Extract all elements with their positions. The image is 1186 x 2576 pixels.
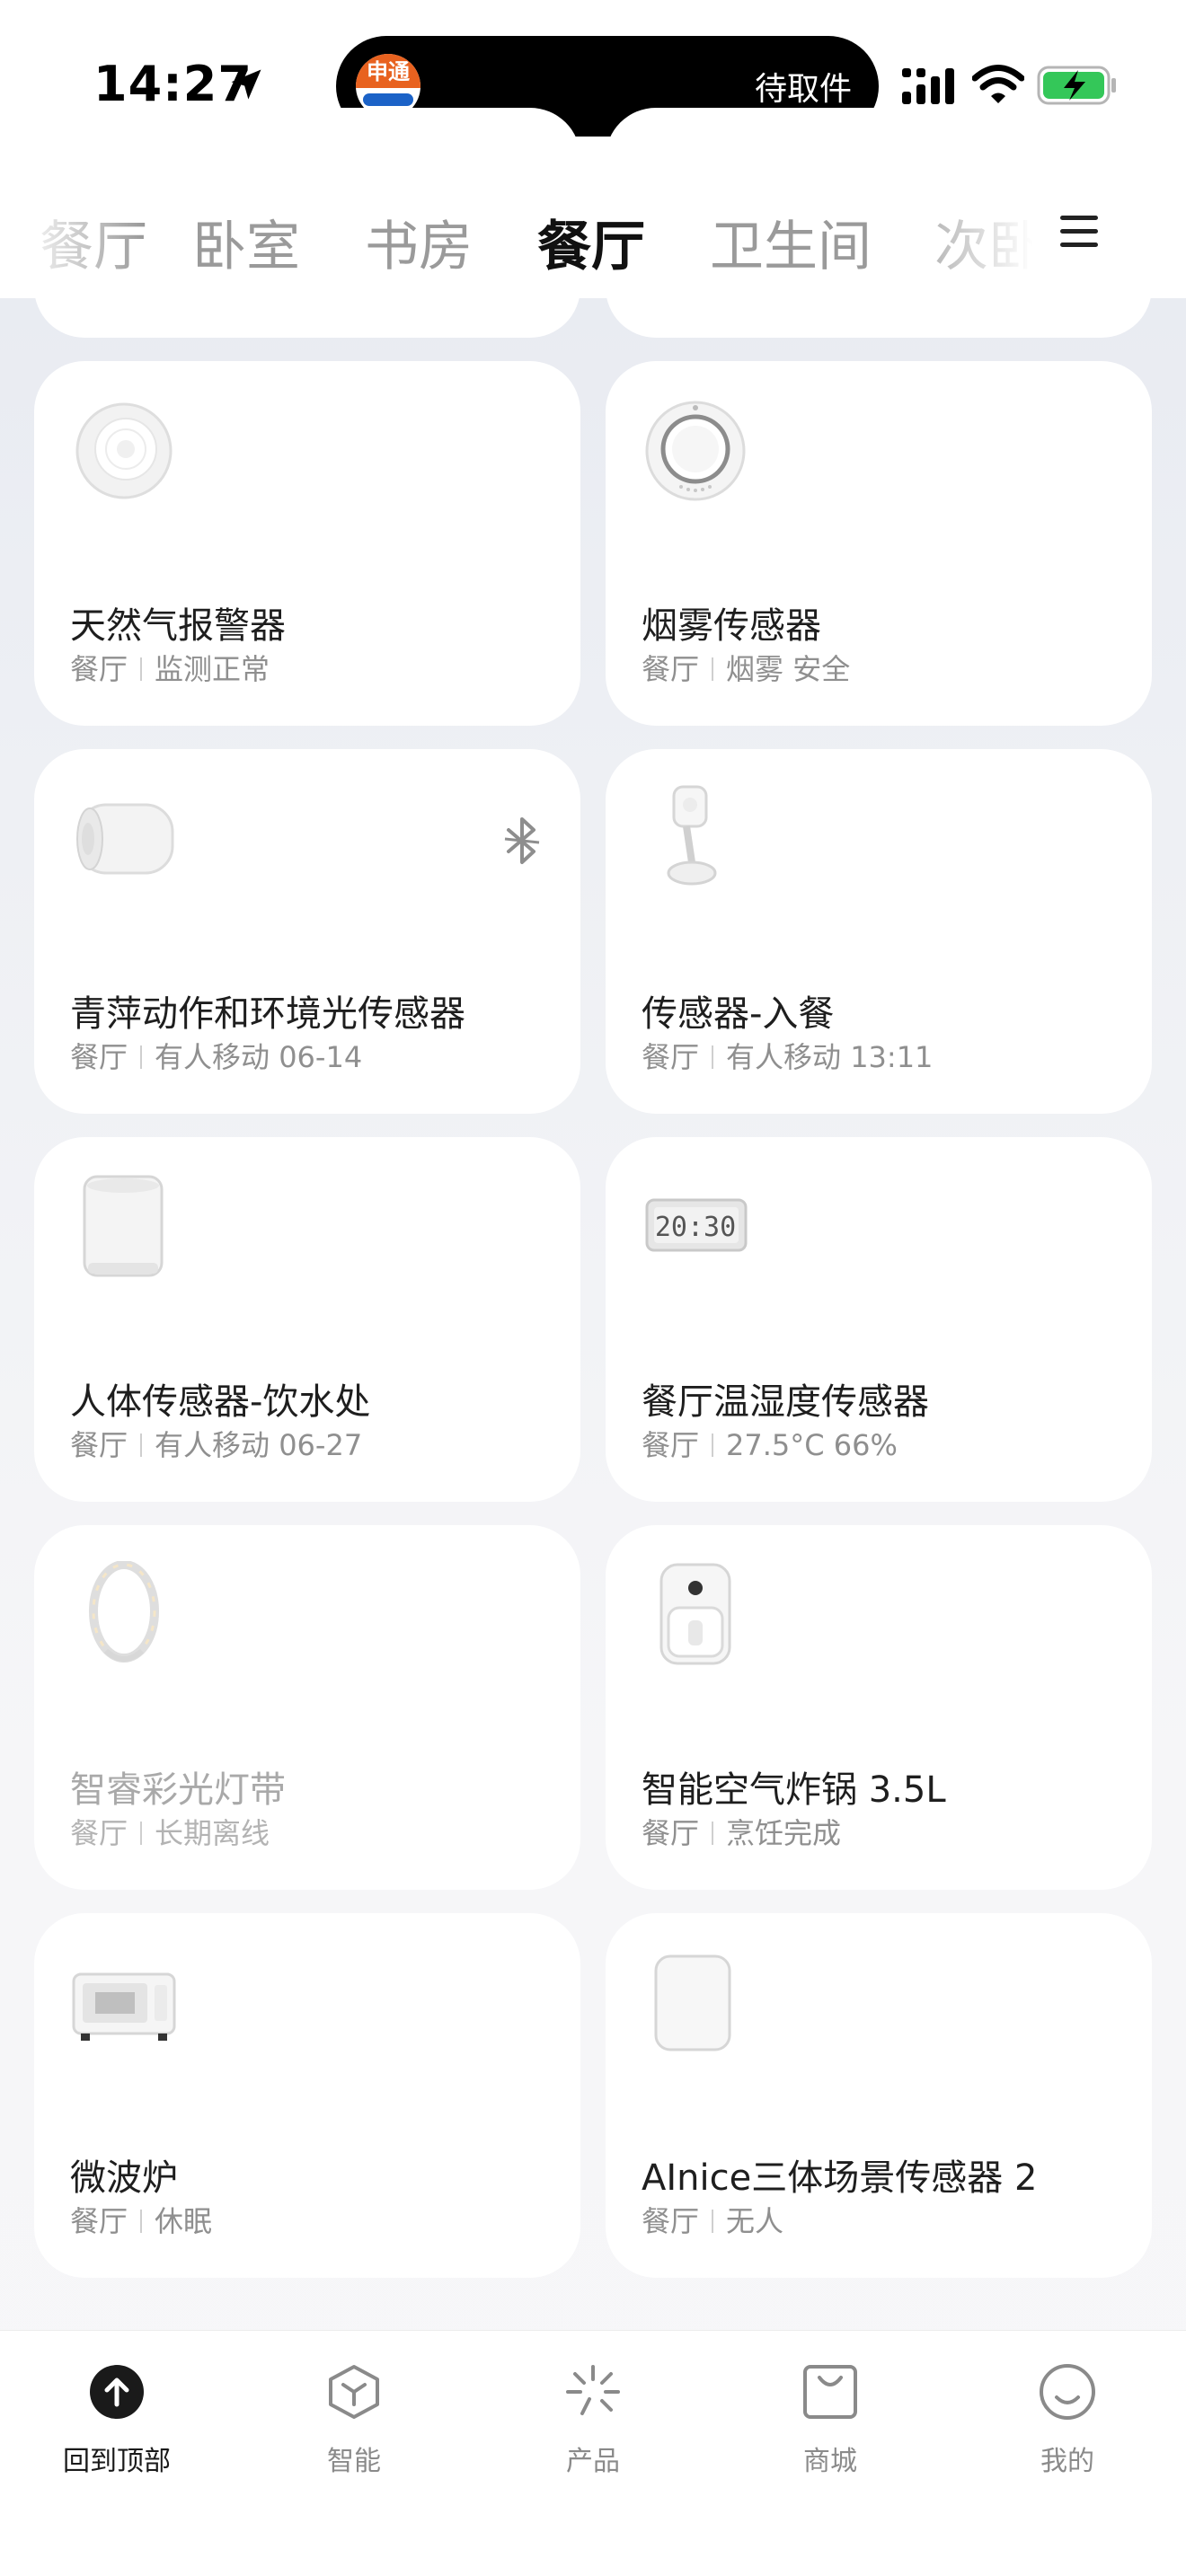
device-status: 餐厅 休眠 bbox=[70, 2204, 213, 2238]
device-name: 烟雾传感器 bbox=[642, 605, 821, 647]
device-card-gas-alarm[interactable]: 天然气报警器 餐厅 监测正常 bbox=[34, 361, 580, 726]
air-fryer-icon bbox=[659, 1563, 731, 1665]
cellular-signal-icon bbox=[902, 68, 954, 104]
tab-room-study[interactable]: 书房 bbox=[365, 203, 473, 281]
device-status: 餐厅 长期离线 bbox=[70, 1816, 270, 1850]
device-name: 智睿彩光灯带 bbox=[70, 1769, 286, 1811]
device-name: 人体传感器-饮水处 bbox=[70, 1381, 371, 1423]
shopping-bag-icon bbox=[803, 2365, 857, 2419]
scene-sensor-icon bbox=[654, 1954, 731, 2051]
microwave-icon bbox=[72, 1972, 176, 2041]
nav-label: 回到顶部 bbox=[63, 2446, 171, 2477]
nav-products[interactable]: 产品 bbox=[512, 2363, 674, 2498]
device-card-body-sensor[interactable]: 人体传感器-饮水处 餐厅 有人移动 06-27 bbox=[34, 1137, 580, 1502]
location-arrow-icon bbox=[231, 69, 261, 100]
island-status-text: 待取件 bbox=[754, 71, 852, 108]
device-card-light-strip[interactable]: 智睿彩光灯带 餐厅 长期离线 bbox=[34, 1525, 580, 1890]
device-card-thermo-hygrometer[interactable]: 20:30 餐厅温湿度传感器 餐厅 27.5°C 66% bbox=[606, 1137, 1152, 1502]
device-status: 餐厅 烹饪完成 bbox=[642, 1816, 842, 1850]
device-card-scene-sensor[interactable]: AInice三体场景传感器 2 餐厅 无人 bbox=[606, 1913, 1152, 2278]
device-name: 传感器-入餐 bbox=[642, 993, 835, 1035]
motion-sensor-icon bbox=[667, 785, 717, 886]
nav-label: 商城 bbox=[803, 2446, 857, 2477]
nav-me[interactable]: 我的 bbox=[987, 2363, 1148, 2498]
bluetooth-icon bbox=[504, 817, 540, 864]
body-sensor-icon bbox=[83, 1175, 164, 1277]
device-status: 餐厅 有人移动 06-27 bbox=[70, 1428, 363, 1462]
device-card-motion-sensor[interactable]: 传感器-入餐 餐厅 有人移动 13:11 bbox=[606, 749, 1152, 1114]
light-strip-icon bbox=[89, 1561, 159, 1663]
battery-charging-icon bbox=[1037, 66, 1116, 105]
device-name: AInice三体场景传感器 2 bbox=[642, 2157, 1038, 2199]
device-name: 青萍动作和环境光传感器 bbox=[70, 993, 465, 1035]
tab-room-bathroom[interactable]: 卫生间 bbox=[710, 203, 872, 281]
back-to-top-icon bbox=[90, 2365, 144, 2419]
nav-label: 智能 bbox=[327, 2446, 381, 2477]
device-name: 微波炉 bbox=[70, 2157, 178, 2199]
device-status: 餐厅 有人移动 13:11 bbox=[642, 1040, 934, 1074]
device-status: 餐厅 烟雾 安全 bbox=[642, 652, 851, 686]
device-name: 餐厅温湿度传感器 bbox=[642, 1381, 929, 1423]
tab-room-dining[interactable]: 餐厅 bbox=[537, 203, 645, 281]
menu-icon[interactable] bbox=[1060, 216, 1100, 248]
device-status: 餐厅 有人移动 06-14 bbox=[70, 1040, 363, 1074]
smoke-sensor-icon bbox=[645, 401, 746, 501]
product-sparkle-icon bbox=[566, 2365, 620, 2415]
motion-light-sensor-icon bbox=[76, 803, 174, 875]
nav-smart[interactable]: 智能 bbox=[273, 2363, 435, 2498]
wifi-icon bbox=[972, 65, 1024, 103]
device-name: 智能空气炸锅 3.5L bbox=[642, 1769, 946, 1811]
device-card-motion-light-sensor[interactable]: 青萍动作和环境光传感器 餐厅 有人移动 06-14 bbox=[34, 749, 580, 1114]
tab-room-bedroom[interactable]: 卧室 bbox=[192, 203, 300, 281]
device-name: 天然气报警器 bbox=[70, 605, 286, 647]
tab-fade-left bbox=[0, 162, 144, 298]
device-status: 餐厅 监测正常 bbox=[70, 652, 270, 686]
thermo-hygrometer-icon: 20:30 bbox=[645, 1198, 748, 1252]
bottom-nav: 回到顶部 智能 产品 商城 我的 bbox=[0, 2330, 1186, 2576]
device-card-microwave[interactable]: 微波炉 餐厅 休眠 bbox=[34, 1913, 580, 2278]
device-status: 餐厅 无人 bbox=[642, 2204, 784, 2238]
gas-alarm-icon bbox=[75, 402, 173, 499]
nav-back-to-top[interactable]: 回到顶部 bbox=[36, 2363, 198, 2498]
nav-label: 产品 bbox=[566, 2446, 620, 2477]
smiley-face-icon bbox=[1040, 2364, 1095, 2420]
device-status: 餐厅 27.5°C 66% bbox=[642, 1428, 898, 1462]
room-tab-overlay: 餐厅 卧室 书房 餐厅 卫生间 次卧 bbox=[0, 162, 1186, 298]
tab-fade-right bbox=[890, 162, 1069, 298]
device-card-air-fryer[interactable]: 智能空气炸锅 3.5L 餐厅 烹饪完成 bbox=[606, 1525, 1152, 1890]
device-card-smoke-sensor[interactable]: 烟雾传感器 餐厅 烟雾 安全 bbox=[606, 361, 1152, 726]
nav-label: 我的 bbox=[1040, 2446, 1094, 2477]
nav-mall[interactable]: 商城 bbox=[749, 2363, 911, 2498]
smart-cube-icon bbox=[329, 2365, 379, 2419]
thermo-display-text: 20:30 bbox=[655, 1212, 736, 1243]
